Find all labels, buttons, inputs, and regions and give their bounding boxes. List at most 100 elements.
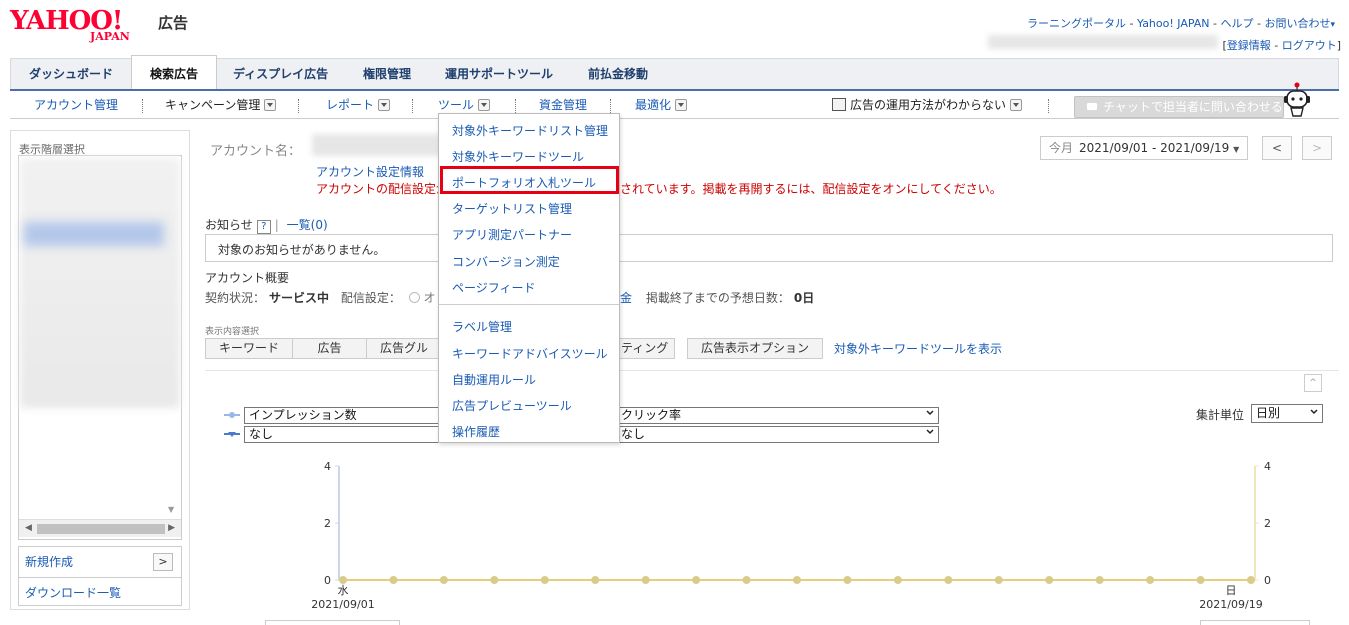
logout-link[interactable]: ログアウト bbox=[1282, 39, 1337, 52]
data-point bbox=[439, 576, 448, 584]
collapse-up-icon[interactable]: ^ bbox=[1304, 374, 1322, 392]
display-select-label: 表示内容選択 bbox=[205, 327, 260, 337]
yahoo-ads-logo[interactable]: YAHOO! JAPAN 広告 bbox=[10, 6, 188, 43]
chevron-down-icon[interactable]: ▾ bbox=[1330, 20, 1335, 30]
data-point bbox=[1146, 576, 1155, 584]
support-mascot-icon[interactable] bbox=[1282, 82, 1312, 118]
menu-negative-keyword-list[interactable]: 対象外キーワードリスト管理 bbox=[452, 122, 608, 139]
help-operation-dropdown[interactable]: 広告の運用方法がわからない bbox=[832, 91, 1023, 120]
chevron-down-icon[interactable] bbox=[1010, 99, 1023, 111]
date-range-value: 2021/09/01 - 2021/09/19 bbox=[1079, 141, 1230, 155]
chevron-right-icon[interactable]: > bbox=[153, 553, 173, 571]
select-value: なし bbox=[621, 427, 646, 441]
chevron-down-icon[interactable] bbox=[264, 99, 277, 111]
scroll-right-icon[interactable]: ▶ bbox=[168, 523, 175, 533]
divider bbox=[298, 99, 299, 113]
scroll-left-icon[interactable]: ◀ bbox=[25, 523, 32, 533]
download-list-label: ダウンロード一覧 bbox=[25, 586, 122, 600]
delivery-on-label: オ bbox=[423, 291, 436, 305]
aggregate-unit-select[interactable]: 日別 bbox=[1251, 404, 1323, 423]
tab-prepayment-transfer[interactable]: 前払金移動 bbox=[570, 59, 666, 90]
tab-ad-groups[interactable]: 広告グル bbox=[366, 338, 439, 359]
horizontal-scrollbar[interactable]: ◀ ▶ bbox=[19, 519, 181, 537]
chevron-down-icon[interactable] bbox=[378, 99, 391, 111]
menu-keyword-advice-tool[interactable]: キーワードアドバイスツール bbox=[452, 345, 608, 362]
registration-info-link[interactable]: 登録情報 bbox=[1227, 39, 1271, 52]
help-link[interactable]: ヘルプ bbox=[1221, 17, 1254, 30]
menu-conversion-measurement[interactable]: コンバージョン測定 bbox=[452, 253, 560, 270]
tab-targeting[interactable]: ティング bbox=[618, 338, 675, 359]
download-list-link[interactable]: ダウンロード一覧 bbox=[19, 577, 181, 607]
show-negative-keyword-tool-link[interactable]: 対象外キーワードツールを表示 bbox=[834, 340, 1002, 357]
metric2-right-select[interactable]: なし bbox=[614, 426, 939, 443]
x-end-date: 2021/09/19 bbox=[1199, 598, 1262, 611]
new-create-button[interactable]: 新規作成 > bbox=[19, 547, 181, 577]
tab-display-ads[interactable]: ディスプレイ広告 bbox=[215, 59, 346, 90]
tab-permissions[interactable]: 権限管理 bbox=[345, 59, 429, 90]
tab-operation-support-tools[interactable]: 運用サポートツール bbox=[427, 59, 571, 90]
nav-label: キャンペーン管理 bbox=[165, 98, 261, 112]
tab-ad-extensions[interactable]: 広告表示オプション bbox=[687, 338, 823, 359]
menu-ad-preview-tool[interactable]: 広告プレビューツール bbox=[452, 397, 572, 414]
blurred-account-info bbox=[988, 35, 1218, 49]
divider bbox=[515, 99, 516, 113]
menu-target-list[interactable]: ターゲットリスト管理 bbox=[452, 200, 572, 217]
data-point bbox=[793, 576, 801, 584]
notice-list-link[interactable]: 一覧(0) bbox=[287, 218, 328, 232]
help-icon[interactable]: ? bbox=[256, 220, 271, 234]
data-point bbox=[893, 576, 902, 584]
account-settings-link[interactable]: アカウント設定情報 bbox=[316, 163, 424, 180]
select-value: なし bbox=[249, 427, 274, 441]
prepaid-link[interactable]: 金 bbox=[620, 291, 632, 305]
account-summary-title: アカウント概要 bbox=[205, 271, 290, 285]
nav-campaign-management[interactable]: キャンペーン管理 bbox=[165, 91, 277, 120]
menu-automated-rules[interactable]: 自動運用ルール bbox=[452, 371, 536, 388]
panel-actions: 新規作成 > ダウンロード一覧 bbox=[18, 546, 182, 606]
scroll-down-icon[interactable]: ▼ bbox=[168, 505, 174, 514]
days-left-value: 0日 bbox=[793, 291, 815, 305]
notice-message: 対象のお知らせがありません。 bbox=[218, 243, 386, 257]
account-links: [登録情報 - ログアウト] bbox=[1222, 39, 1341, 52]
nav-report[interactable]: レポート bbox=[326, 91, 391, 120]
chat-label: チャットで担当者に問い合わせる bbox=[1103, 100, 1283, 114]
scrollbar-thumb[interactable] bbox=[37, 524, 165, 534]
tab-ads[interactable]: 広告 bbox=[292, 338, 367, 359]
chevron-down-icon: ▼ bbox=[1233, 145, 1240, 154]
menu-page-feed[interactable]: ページフィード bbox=[452, 279, 536, 296]
x-start-date: 2021/09/01 bbox=[311, 598, 374, 611]
metric1-left-select[interactable]: インプレッション数 bbox=[244, 407, 440, 424]
next-period-button[interactable]: > bbox=[1302, 136, 1332, 160]
nav-optimization[interactable]: 最適化 bbox=[635, 91, 688, 120]
menu-operation-history[interactable]: 操作履歴 bbox=[452, 423, 500, 440]
menu-app-measurement-partner[interactable]: アプリ測定パートナー bbox=[452, 226, 572, 243]
contact-link[interactable]: お問い合わせ bbox=[1264, 17, 1330, 30]
data-point bbox=[339, 576, 347, 584]
tab-keywords[interactable]: キーワード bbox=[205, 338, 293, 359]
nav-account-management[interactable]: アカウント管理 bbox=[34, 91, 118, 120]
tab-dashboard[interactable]: ダッシュボード bbox=[11, 59, 131, 90]
metric1-right-select[interactable]: クリック率 bbox=[614, 407, 939, 424]
y-tick-label-left: 4 bbox=[324, 460, 331, 473]
performance-chart: 4 42 20 0水2021/09/01日2021/09/19 bbox=[311, 460, 1271, 611]
learning-portal-link[interactable]: ラーニングポータル bbox=[1027, 17, 1126, 30]
yahoo-japan-link[interactable]: Yahoo! JAPAN bbox=[1137, 17, 1210, 30]
date-period-label: 今月 bbox=[1049, 141, 1074, 155]
x-start-weekday: 水 bbox=[338, 584, 349, 597]
menu-label-management[interactable]: ラベル管理 bbox=[452, 318, 512, 335]
radio-icon[interactable] bbox=[408, 292, 420, 303]
date-range-select[interactable]: 今月 2021/09/01 - 2021/09/19 ▼ bbox=[1040, 136, 1249, 160]
menu-negative-keyword-tool[interactable]: 対象外キーワードツール bbox=[452, 148, 584, 165]
nav-label: アカウント管理 bbox=[34, 98, 119, 112]
data-point bbox=[1247, 576, 1255, 584]
help-label: 広告の運用方法がわからない bbox=[850, 98, 1007, 112]
chevron-down-icon[interactable] bbox=[675, 99, 688, 111]
metric2-left-select[interactable]: なし bbox=[244, 426, 440, 443]
series2-legend-icon bbox=[224, 432, 240, 437]
menu-divider bbox=[439, 304, 619, 305]
divider bbox=[610, 99, 611, 113]
data-point bbox=[1045, 576, 1054, 584]
chat-support-button[interactable]: チャットで担当者に問い合わせる bbox=[1074, 96, 1284, 118]
tab-search-ads[interactable]: 検索広告 bbox=[131, 55, 218, 91]
prev-period-button[interactable]: < bbox=[1262, 136, 1292, 160]
chevron-down-icon[interactable] bbox=[478, 99, 491, 111]
